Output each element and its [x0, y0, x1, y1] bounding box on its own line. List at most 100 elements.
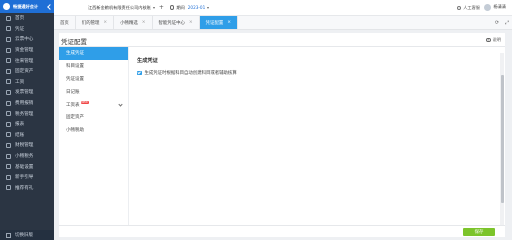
- tab[interactable]: 小畅精选 ×: [114, 16, 153, 29]
- fullscreen-icon[interactable]: ⤢: [504, 19, 510, 26]
- sidebar-item-label: 发票管理: [15, 90, 34, 96]
- tab[interactable]: 凭证配置 ×: [199, 16, 239, 29]
- settings-menu-item[interactable]: 科目设置: [59, 60, 128, 73]
- settings-menu-label: 日记账: [66, 89, 80, 95]
- salary-icon: [6, 79, 11, 85]
- generate-voucher-section: 生成凭证 生成凭证时根据科目自动创建科目或者辅助核算: [137, 57, 237, 76]
- sidebar-item[interactable]: 资金管理: [0, 45, 54, 56]
- sidebar-item[interactable]: 结账: [0, 130, 54, 141]
- headset-icon: [456, 5, 462, 11]
- period-selector[interactable]: 2023-01: [188, 5, 210, 10]
- top-bar: 江西新金粮机有限责任公司内核账 + 期间 2023-01 人工客服 杨清清: [54, 0, 512, 16]
- question-icon: ?: [486, 37, 491, 43]
- sidebar-item[interactable]: 首页: [0, 13, 54, 24]
- settings-menu-label: 工资表: [66, 102, 80, 108]
- close-icon[interactable]: ×: [142, 20, 146, 25]
- close-icon[interactable]: ×: [227, 20, 231, 25]
- sidebar-item[interactable]: 发票管理: [0, 87, 54, 98]
- sidebar-item[interactable]: 工资: [0, 77, 54, 88]
- finance-tax-icon: [6, 142, 11, 148]
- sidebar-item[interactable]: 费用报销: [0, 98, 54, 109]
- settings-menu-label: 生成凭证: [66, 51, 84, 57]
- auto-create-subject-label: 生成凭证时根据科目自动创建科目或者辅助核算: [144, 71, 237, 76]
- scrollbar[interactable]: [500, 53, 504, 225]
- help-label: 说明: [492, 37, 501, 42]
- settings-icon: [6, 164, 11, 170]
- cloud-invoice-icon: [6, 36, 11, 42]
- save-button[interactable]: 保存: [463, 228, 495, 236]
- sidebar-item[interactable]: 小畅税务: [0, 151, 54, 162]
- tab[interactable]: 们的管理 ×: [75, 16, 115, 29]
- tab-label: 凭证配置: [205, 20, 224, 26]
- company-name: 江西新金粮机有限责任公司内核账: [88, 4, 151, 10]
- customer-service-button[interactable]: 人工客服: [456, 5, 480, 11]
- user-menu[interactable]: 杨清清: [484, 3, 506, 11]
- brand-name: 畅捷通好会计: [13, 3, 39, 9]
- close-icon[interactable]: ×: [189, 20, 193, 25]
- settings-menu-item[interactable]: 凭证设置: [59, 73, 128, 86]
- settings-menu: 生成凭证科目设置凭证设置日记账工资表 NEW 固定资产小畅税助: [59, 47, 129, 225]
- sidebar-item[interactable]: 财税管理: [0, 140, 54, 151]
- tab-bar: 首页 们的管理 × 小畅精选 × 智能凭证中心 × 凭证配置 × ⟳ ⤢: [54, 16, 512, 30]
- add-icon[interactable]: +: [159, 4, 164, 11]
- settings-menu-item[interactable]: 生成凭证: [59, 47, 128, 60]
- page-title: 凭证配置: [61, 38, 87, 46]
- sidebar-item-label: 新手引导: [15, 175, 34, 181]
- clock-icon: [169, 5, 175, 10]
- period-label: 期间: [176, 4, 185, 10]
- sidebar-item-label: 小畅税务: [15, 154, 34, 160]
- sidebar-item[interactable]: 往来管理: [0, 55, 54, 66]
- expense-icon: [6, 100, 11, 106]
- settings-menu-item[interactable]: 日记账: [59, 85, 128, 98]
- sidebar-item[interactable]: 报表: [0, 119, 54, 130]
- close-icon[interactable]: ×: [103, 20, 107, 25]
- sidebar-item[interactable]: 固定资产: [0, 66, 54, 77]
- fund-icon: [6, 47, 11, 53]
- switch-old-version-label: 切换旧版: [15, 233, 33, 238]
- tab-label: 们的管理: [81, 20, 100, 26]
- company-selector[interactable]: 江西新金粮机有限责任公司内核账: [88, 5, 155, 11]
- avatar: [484, 3, 492, 11]
- sidebar-item[interactable]: 凭证: [0, 24, 54, 35]
- scrollbar-thumb[interactable]: [500, 75, 504, 203]
- tab-label: 首页: [60, 20, 69, 26]
- tab[interactable]: 智能凭证中心 ×: [152, 16, 200, 29]
- xiaochang-icon: [6, 153, 11, 159]
- settings-menu-item[interactable]: 小畅税助: [59, 124, 128, 137]
- sidebar-item-label: 税务管理: [15, 111, 34, 117]
- settings-menu-item[interactable]: 工资表 NEW: [59, 98, 128, 111]
- switch-icon: [6, 232, 11, 238]
- chevron-down-icon[interactable]: [118, 102, 123, 107]
- settings-menu-label: 科目设置: [66, 64, 84, 70]
- sidebar-item-label: 资金管理: [15, 48, 34, 54]
- sidebar-item-label: 工资: [15, 79, 25, 85]
- sidebar-item-label: 凭证: [15, 26, 25, 32]
- sidebar-item-label: 固定资产: [15, 69, 34, 75]
- sidebar-nav: 首页凭证云票中心资金管理往来管理固定资产工资发票管理费用报销税务管理报表 结账 财税…: [0, 13, 54, 193]
- asset-icon: [6, 68, 11, 74]
- tax-icon: [6, 111, 11, 117]
- help-button[interactable]: ? 说明: [486, 37, 501, 43]
- tab-label: 小畅精选: [120, 20, 138, 26]
- tab-label: 智能凭证中心: [158, 20, 185, 26]
- sidebar-item-label: 往来管理: [15, 58, 34, 64]
- auto-create-subject-checkbox[interactable]: [137, 70, 142, 76]
- tab[interactable]: 首页: [54, 16, 76, 29]
- sidebar-item[interactable]: 税务管理: [0, 108, 54, 119]
- auto-create-subject-option[interactable]: 生成凭证时根据科目自动创建科目或者辅助核算: [137, 70, 237, 76]
- settings-menu-label: 凭证设置: [66, 76, 84, 82]
- gift-icon: [6, 185, 11, 191]
- settings-menu-label: 小畅税助: [66, 128, 84, 134]
- sidebar-item[interactable]: 基础设置: [0, 161, 54, 172]
- refresh-icon[interactable]: ⟳: [494, 19, 500, 26]
- sidebar-item[interactable]: 推荐有礼: [0, 183, 54, 194]
- sidebar-item[interactable]: 云票中心: [0, 34, 54, 45]
- sidebar-item-label: 首页: [15, 16, 25, 22]
- settings-menu-item[interactable]: 固定资产: [59, 111, 128, 124]
- period-value: 2023-01: [187, 5, 206, 10]
- chevron-down-icon: [152, 6, 155, 9]
- invoice-icon: [6, 89, 11, 95]
- switch-old-version-button[interactable]: 切换旧版: [0, 230, 54, 240]
- report-icon: [6, 121, 11, 127]
- sidebar-item[interactable]: 新手引导: [0, 172, 54, 183]
